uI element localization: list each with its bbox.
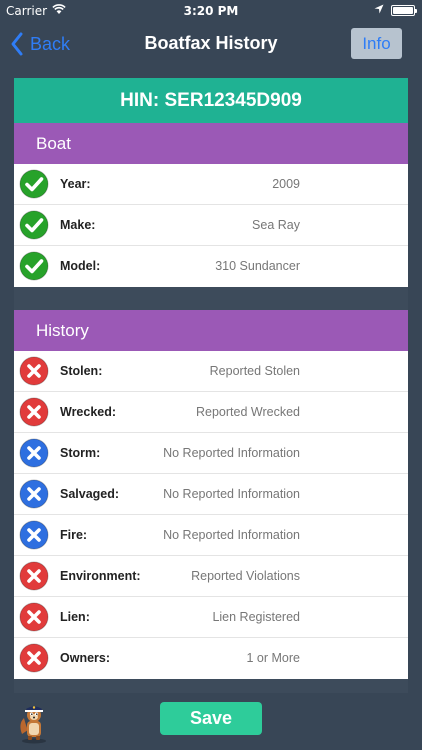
info-button[interactable]: Info <box>351 28 402 59</box>
check-circle-icon <box>19 169 49 199</box>
status-time: 3:20 PM <box>183 4 239 18</box>
mascot-icon <box>20 706 46 744</box>
boat-row: Year: 2009 <box>14 164 408 205</box>
boat-row-label: Year: <box>60 177 91 191</box>
x-circle-icon <box>19 602 49 632</box>
x-circle-icon <box>19 561 49 591</box>
boat-row-value: 2009 <box>272 177 300 191</box>
history-row: Fire: No Reported Information <box>14 515 408 556</box>
history-row-value: No Reported Information <box>163 487 300 501</box>
content-panel: HIN: SER12345D909 Boat Year: 2009 Make: Sea… <box>14 78 408 693</box>
history-row-value: No Reported Information <box>163 446 300 460</box>
x-circle-icon <box>19 643 49 673</box>
location-arrow-icon <box>374 4 384 14</box>
boat-row-label: Model: <box>60 259 101 273</box>
check-circle-icon <box>19 251 49 281</box>
history-row-label: Fire: <box>60 528 88 542</box>
boat-row: Make: Sea Ray <box>14 205 408 246</box>
history-rows: Stolen: Reported Stolen Wrecked: Reported W… <box>14 351 408 679</box>
history-row-label: Lien: <box>60 610 90 624</box>
check-circle-icon <box>19 210 49 240</box>
x-circle-icon <box>19 438 49 468</box>
history-row-label: Salvaged: <box>60 487 120 501</box>
history-row: Wrecked: Reported Wrecked <box>14 392 408 433</box>
history-row-value: Lien Registered <box>212 610 300 624</box>
history-row: Stolen: Reported Stolen <box>14 351 408 392</box>
status-bar: Carrier 3:20 PM <box>0 0 422 22</box>
navigation-bar: Back Boatfax History Info <box>0 22 422 66</box>
history-row-value: Reported Stolen <box>209 364 300 378</box>
history-row: Lien: Lien Registered <box>14 597 408 638</box>
history-row-value: Reported Wrecked <box>196 405 300 419</box>
history-row-label: Stolen: <box>60 364 103 378</box>
history-row-label: Storm: <box>60 446 101 460</box>
history-row-value: No Reported Information <box>163 528 300 542</box>
history-row-value: Reported Violations <box>191 569 300 583</box>
history-row: Owners: 1 or More <box>14 638 408 679</box>
x-circle-icon <box>19 520 49 550</box>
boat-row-value: Sea Ray <box>252 218 300 232</box>
boat-row: Model: 310 Sundancer <box>14 246 408 287</box>
x-circle-icon <box>19 356 49 386</box>
x-circle-icon <box>19 397 49 427</box>
history-section-header: History <box>14 310 408 351</box>
boat-rows: Year: 2009 Make: Sea Ray Model: 310 Sundancer <box>14 164 408 287</box>
boat-section-header: Boat <box>14 123 408 164</box>
hin-banner: HIN: SER12345D909 <box>14 78 408 123</box>
x-circle-icon <box>19 479 49 509</box>
save-button[interactable]: Save <box>160 702 262 735</box>
battery-icon <box>391 5 417 16</box>
boat-row-value: 310 Sundancer <box>215 259 300 273</box>
history-row-label: Environment: <box>60 569 141 583</box>
section-divider <box>14 287 408 310</box>
history-row-value: 1 or More <box>246 651 301 665</box>
boat-row-label: Make: <box>60 218 96 232</box>
history-row: Environment: Reported Violations <box>14 556 408 597</box>
history-row-label: Owners: <box>60 651 111 665</box>
history-row: Storm: No Reported Information <box>14 433 408 474</box>
history-row: Salvaged: No Reported Information <box>14 474 408 515</box>
history-row-label: Wrecked: <box>60 405 117 419</box>
